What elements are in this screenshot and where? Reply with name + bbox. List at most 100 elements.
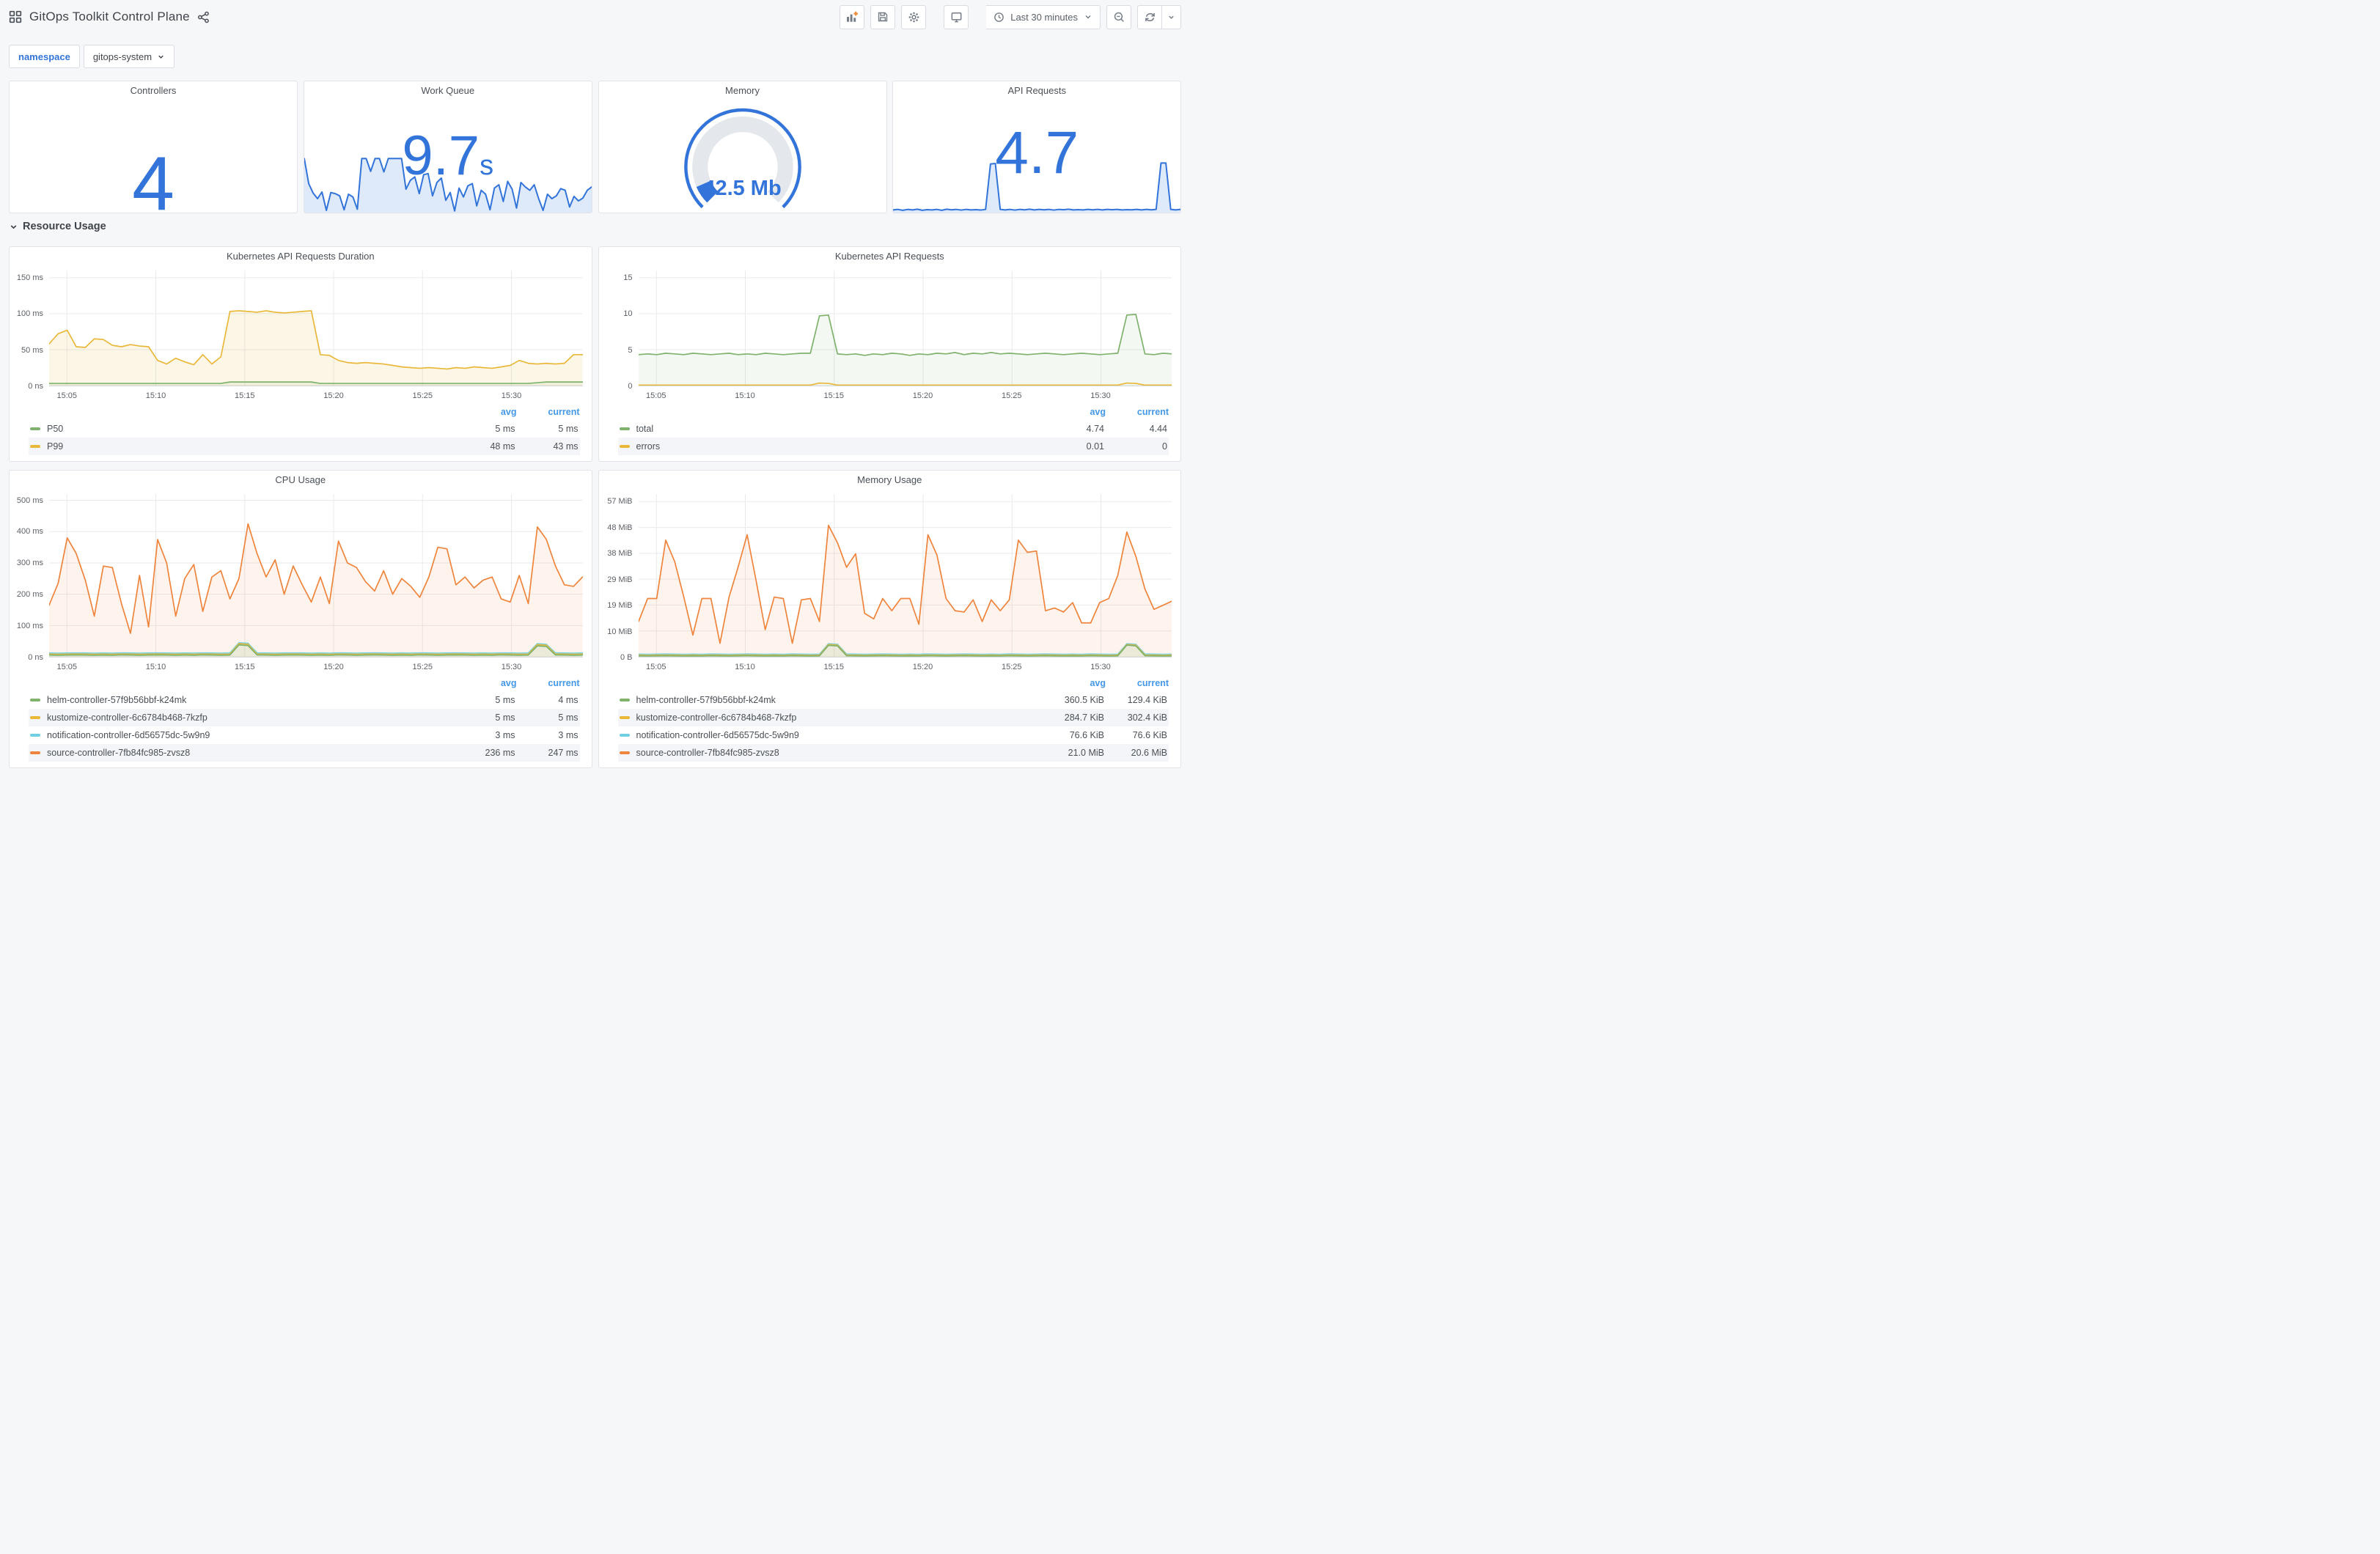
legend-item[interactable]: notification-controller-6d56575dc-5w9n9 7… <box>618 726 1169 744</box>
panel-api-requests: API Requests 4.7 <box>892 81 1182 213</box>
legend-sort-current[interactable]: current <box>1106 678 1169 688</box>
legend-item[interactable]: notification-controller-6d56575dc-5w9n9 3… <box>29 726 580 744</box>
panel-title[interactable]: API Requests <box>893 81 1180 100</box>
dashboard-variables: namespace gitops-system <box>9 45 175 68</box>
panel-title[interactable]: CPU Usage <box>10 471 592 490</box>
dashboard-settings-button[interactable] <box>901 4 927 29</box>
y-tick-label: 5 <box>628 345 633 355</box>
share-icon[interactable] <box>197 11 210 23</box>
legend-sort-avg[interactable]: avg <box>454 678 517 688</box>
x-tick-label: 15:15 <box>235 663 255 671</box>
panel-k8s-api-requests: Kubernetes API Requests 0 5 10 15 15:05 15:1… <box>598 246 1181 462</box>
panel-title[interactable]: Memory <box>599 81 886 100</box>
panel-title[interactable]: Controllers <box>10 81 297 100</box>
legend-item[interactable]: helm-controller-57f9b56bbf-k24mk 5 ms 4 ms <box>29 691 580 709</box>
series-color-dash <box>619 427 630 430</box>
legend-header: avg current <box>618 404 1169 420</box>
series-current: 3 ms <box>558 730 579 740</box>
series-color-dash <box>30 427 40 430</box>
chevron-down-icon <box>1084 12 1092 21</box>
time-series-plot[interactable] <box>49 494 583 658</box>
x-tick-label: 15:25 <box>412 663 433 671</box>
series-color-dash <box>619 734 630 737</box>
x-tick-label: 15:15 <box>823 391 845 400</box>
time-range-label: Last 30 minutes <box>1010 11 1078 23</box>
zoom-out-button[interactable] <box>1106 4 1131 29</box>
x-tick-label: 15:05 <box>645 663 666 671</box>
memory-gauge: 42.5 Mb <box>664 105 822 215</box>
series-color-dash <box>619 716 630 719</box>
series-current: 43 ms <box>553 441 579 452</box>
variable-value-namespace[interactable]: gitops-system <box>83 45 175 68</box>
legend-sort-avg[interactable]: avg <box>1043 407 1106 417</box>
cycle-view-button[interactable] <box>944 4 969 29</box>
y-tick-label: 300 ms <box>16 559 43 568</box>
panel-title[interactable]: Work Queue <box>304 81 592 100</box>
x-tick-label: 15:15 <box>235 391 255 400</box>
refresh-interval-dropdown[interactable] <box>1162 4 1181 29</box>
x-tick-label: 15:25 <box>1001 391 1022 400</box>
x-tick-label: 15:25 <box>412 391 433 400</box>
y-tick-label: 57 MiB <box>607 497 633 507</box>
series-name: source-controller-7fb84fc985-zvsz8 <box>636 748 779 758</box>
x-tick-label: 15:15 <box>823 663 845 671</box>
x-tick-label: 15:05 <box>56 663 77 671</box>
legend-item[interactable]: P50 5 ms 5 ms <box>29 420 580 438</box>
series-current: 4.44 <box>1149 424 1167 434</box>
series-current: 20.6 MiB <box>1131 748 1167 758</box>
y-tick-label: 29 MiB <box>607 575 633 584</box>
chevron-down-icon <box>157 53 165 61</box>
stat-value: 9.7s <box>402 125 494 187</box>
panel-title[interactable]: Kubernetes API Requests Duration <box>10 247 592 266</box>
legend-sort-current[interactable]: current <box>517 678 579 688</box>
x-tick-label: 15:05 <box>56 391 77 400</box>
series-avg: 5 ms <box>495 424 515 434</box>
legend-item[interactable]: kustomize-controller-6c6784b468-7kzfp 284… <box>617 709 1169 726</box>
add-panel-button[interactable] <box>840 4 865 29</box>
series-current: 129.4 KiB <box>1127 695 1167 705</box>
legend-item[interactable]: kustomize-controller-6c6784b468-7kzfp 5 m… <box>29 709 580 726</box>
legend-item[interactable]: total 4.74 4.44 <box>618 420 1169 438</box>
legend-header: avg current <box>29 404 580 420</box>
variable-label-namespace: namespace <box>9 45 80 68</box>
series-name: helm-controller-57f9b56bbf-k24mk <box>636 695 776 705</box>
series-name: helm-controller-57f9b56bbf-k24mk <box>47 695 187 705</box>
chart-legend: avg current total 4.74 4.44 errors 0.01 0 <box>599 402 1181 461</box>
legend-item[interactable]: P99 48 ms 43 ms <box>29 438 580 455</box>
time-series-plot[interactable] <box>638 494 1172 658</box>
series-color-dash <box>619 445 630 448</box>
series-current: 0 <box>1162 441 1167 452</box>
y-tick-label: 19 MiB <box>607 601 633 611</box>
series-name: kustomize-controller-6c6784b468-7kzfp <box>636 712 797 723</box>
legend-header: avg current <box>618 675 1169 691</box>
series-name: P50 <box>47 424 64 434</box>
legend-sort-avg[interactable]: avg <box>454 407 517 417</box>
y-tick-label: 10 <box>623 309 633 319</box>
legend-sort-current[interactable]: current <box>1106 407 1169 417</box>
panel-memory-usage: Memory Usage 0 B 10 MiB 19 MiB 29 MiB 38 MiB… <box>598 470 1181 768</box>
refresh-button[interactable] <box>1137 4 1162 29</box>
time-range-picker[interactable]: Last 30 minutes <box>986 4 1101 29</box>
series-color-dash <box>619 699 630 701</box>
y-tick-label: 100 ms <box>16 309 43 319</box>
toolbar: Last 30 minutes <box>840 4 1181 29</box>
legend-item[interactable]: helm-controller-57f9b56bbf-k24mk 360.5 Ki… <box>618 691 1169 709</box>
panel-title[interactable]: Memory Usage <box>599 471 1181 490</box>
time-series-plot[interactable] <box>49 270 583 386</box>
legend-item[interactable]: source-controller-7fb84fc985-zvsz8 236 ms… <box>29 744 580 762</box>
apps-grid-icon[interactable] <box>9 10 22 23</box>
time-series-plot[interactable] <box>638 270 1172 386</box>
x-tick-label: 15:25 <box>1001 663 1022 671</box>
legend-sort-current[interactable]: current <box>517 407 579 417</box>
x-tick-label: 15:20 <box>323 663 344 671</box>
series-current: 5 ms <box>558 712 579 723</box>
x-tick-label: 15:30 <box>501 663 522 671</box>
panel-title[interactable]: Kubernetes API Requests <box>599 247 1181 266</box>
legend-item[interactable]: errors 0.01 0 <box>617 438 1169 455</box>
legend-sort-avg[interactable]: avg <box>1043 678 1106 688</box>
series-name: source-controller-7fb84fc985-zvsz8 <box>47 748 191 758</box>
legend-item[interactable]: source-controller-7fb84fc985-zvsz8 21.0 M… <box>617 744 1169 762</box>
series-name: total <box>636 424 654 434</box>
series-avg: 3 ms <box>495 730 515 740</box>
save-dashboard-button[interactable] <box>870 4 896 29</box>
